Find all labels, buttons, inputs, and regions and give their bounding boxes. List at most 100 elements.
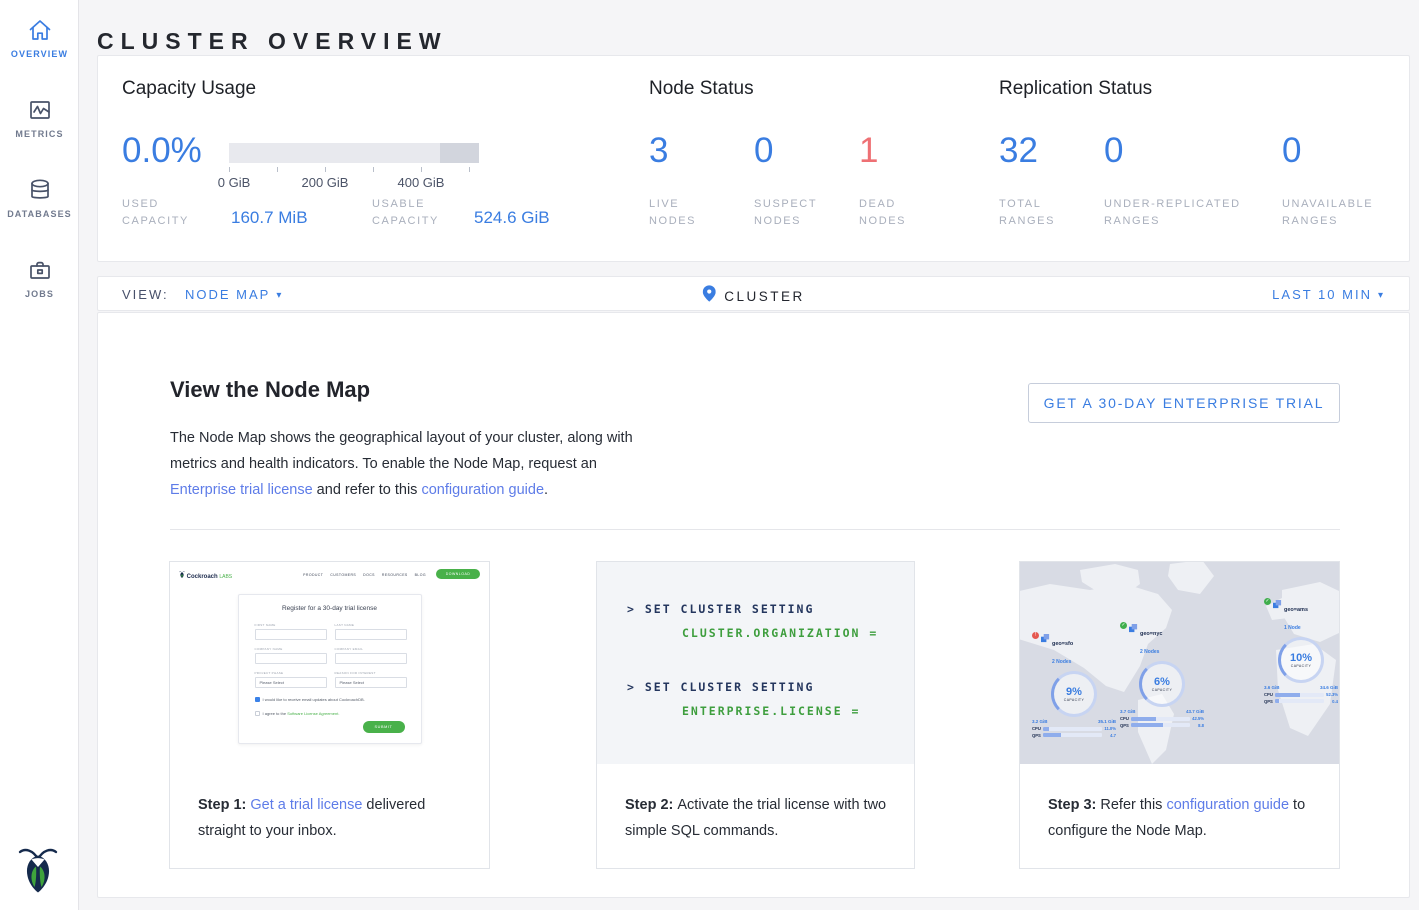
view-label: VIEW: xyxy=(122,287,169,302)
form-submit-button: SUBMIT xyxy=(363,721,405,733)
thumbnail-download-button: DOWNLOAD xyxy=(436,569,480,579)
form-input xyxy=(255,653,327,664)
form-select: Please Select xyxy=(255,677,327,688)
form-field-label: REASON FOR INTEREST xyxy=(335,671,376,675)
locality-icon xyxy=(1273,600,1282,609)
sidebar-item-jobs[interactable]: JOBS xyxy=(0,256,79,299)
form-field-label: COMPANY NAME xyxy=(255,647,283,651)
view-selector-dropdown[interactable]: NODE MAP▾ xyxy=(185,287,283,302)
briefcase-icon xyxy=(0,256,79,284)
capacity-gauge: 6% CAPACITY xyxy=(1139,661,1185,707)
view-bar: VIEW: NODE MAP▾ CLUSTER LAST 10 MIN▾ xyxy=(97,276,1410,311)
step2-card: > SET CLUSTER SETTING CLUSTER.ORGANIZATI… xyxy=(596,561,915,869)
unavailable-ranges-value: 0 xyxy=(1282,131,1301,171)
suspect-nodes-label: SUSPECT NODES xyxy=(754,196,834,230)
under-replicated-ranges-label: UNDER-REPLICATED RANGES xyxy=(1104,196,1264,230)
locality-icon xyxy=(1041,634,1050,643)
used-capacity-value: 160.7 MiB xyxy=(231,208,308,228)
step1-website-thumbnail: Cockroach LABS PRODUCT CUSTOMERS DOCS RE… xyxy=(170,562,489,772)
total-ranges-label: TOTAL RANGES xyxy=(999,196,1079,230)
home-icon xyxy=(0,16,79,44)
usable-capacity-value: 524.6 GiB xyxy=(474,208,550,228)
checkbox-checked-icon xyxy=(255,697,260,702)
node-map-heading: View the Node Map xyxy=(170,377,370,403)
get-trial-license-link[interactable]: Get a trial license xyxy=(250,797,362,813)
cockroach-labs-wordmark: Cockroach LABS xyxy=(179,570,232,580)
sidebar-item-metrics[interactable]: METRICS xyxy=(0,96,79,139)
node-status-title: Node Status xyxy=(649,78,754,100)
chevron-down-icon: ▾ xyxy=(276,290,283,301)
capacity-percent: 0.0% xyxy=(122,131,202,171)
cluster-overview-screen: OVERVIEW METRICS DATABASES xyxy=(0,0,1419,910)
form-field-label: FIRST NAME xyxy=(255,623,276,627)
capacity-bar xyxy=(229,143,479,163)
map-pin-icon xyxy=(702,285,715,307)
under-replicated-ranges-value: 0 xyxy=(1104,131,1123,171)
checkbox-empty-icon xyxy=(255,711,260,716)
configuration-guide-link[interactable]: configuration guide xyxy=(1166,797,1289,813)
sidebar-item-label: DATABASES xyxy=(0,209,79,219)
database-icon xyxy=(0,176,79,204)
capacity-axis-tick: 0 GiB xyxy=(218,175,251,190)
node-map-thumbnail: ! geo=sfo2 Nodes 9% CAPACITY 3.2 GiB35.1… xyxy=(1020,562,1339,764)
usable-capacity-label: USABLE CAPACITY xyxy=(372,196,462,230)
map-region-ams: ✓ geo=ams1 Node 10% CAPACITY 3.6 GiB34.6… xyxy=(1264,598,1338,704)
capacity-gauge: 9% CAPACITY xyxy=(1051,671,1097,717)
used-capacity-label: USED CAPACITY xyxy=(122,196,206,230)
form-field-label: LAST NAME xyxy=(335,623,355,627)
map-region-sfo: ! geo=sfo2 Nodes 9% CAPACITY 3.2 GiB35.1… xyxy=(1032,632,1116,738)
thumbnail-nav: PRODUCT CUSTOMERS DOCS RESOURCES BLOG xyxy=(303,573,426,577)
sidebar: OVERVIEW METRICS DATABASES xyxy=(0,0,79,910)
locality-icon xyxy=(1129,624,1138,633)
capacity-axis-tick: 200 GiB xyxy=(302,175,349,190)
dead-nodes-value: 1 xyxy=(859,131,878,171)
sidebar-item-label: JOBS xyxy=(0,289,79,299)
suspect-nodes-value: 0 xyxy=(754,131,773,171)
step2-caption: Step 2: Activate the trial license with … xyxy=(625,792,897,844)
summary-card: Capacity Usage 0.0% 0 GiB 200 GiB 400 Gi… xyxy=(97,55,1410,262)
form-checkbox-license: I agree to the Software License Agreemen… xyxy=(255,711,340,716)
unavailable-ranges-label: UNAVAILABLE RANGES xyxy=(1282,196,1392,230)
configuration-guide-link[interactable]: configuration guide xyxy=(421,482,544,498)
step1-caption: Step 1: Get a trial license delivered st… xyxy=(198,792,470,844)
enterprise-trial-license-link[interactable]: Enterprise trial license xyxy=(170,482,313,498)
capacity-usage-title: Capacity Usage xyxy=(122,78,256,100)
enterprise-trial-button[interactable]: GET A 30-DAY ENTERPRISE TRIAL xyxy=(1028,383,1340,423)
chevron-down-icon: ▾ xyxy=(1378,290,1385,301)
dead-status-icon: ! xyxy=(1032,632,1039,639)
cluster-breadcrumb-label: CLUSTER xyxy=(724,289,805,304)
capacity-bar-reserved-segment xyxy=(440,143,479,163)
form-field-label: COMPANY EMAIL xyxy=(335,647,364,651)
form-input xyxy=(255,629,327,640)
time-range-dropdown[interactable]: LAST 10 MIN▾ xyxy=(1272,287,1385,302)
map-region-nyc: ✓ geo=nyc2 Nodes 6% CAPACITY 3.7 GiB43.7… xyxy=(1120,622,1204,728)
form-title: Register for a 30-day trial license xyxy=(239,605,421,612)
metrics-icon xyxy=(0,96,79,124)
total-ranges-value: 32 xyxy=(999,131,1038,171)
live-status-icon: ✓ xyxy=(1120,622,1127,629)
capacity-gauge: 10% CAPACITY xyxy=(1278,637,1324,683)
node-map-panel: View the Node Map The Node Map shows the… xyxy=(97,312,1410,898)
divider xyxy=(170,529,1340,530)
sidebar-item-label: METRICS xyxy=(0,129,79,139)
cockroach-logo xyxy=(18,843,58,900)
form-field-label: PROJECT PHASE xyxy=(255,671,284,675)
form-input xyxy=(335,629,407,640)
replication-status-title: Replication Status xyxy=(999,78,1152,100)
step3-card: ! geo=sfo2 Nodes 9% CAPACITY 3.2 GiB35.1… xyxy=(1019,561,1340,869)
page-title: CLUSTER OVERVIEW xyxy=(97,28,448,55)
live-status-icon: ✓ xyxy=(1264,598,1271,605)
form-select: Please Select xyxy=(335,677,407,688)
step3-caption: Step 3: Refer this configuration guide t… xyxy=(1048,792,1320,844)
breadcrumb: CLUSTER xyxy=(702,285,805,307)
form-input xyxy=(335,653,407,664)
node-map-description: The Node Map shows the geographical layo… xyxy=(170,425,633,503)
sidebar-item-overview[interactable]: OVERVIEW xyxy=(0,16,79,59)
form-checkbox-updates: I would like to receive email updates ab… xyxy=(255,697,365,702)
trial-register-form: Register for a 30-day trial license FIRS… xyxy=(238,594,422,744)
sidebar-item-databases[interactable]: DATABASES xyxy=(0,176,79,219)
live-nodes-label: LIVE NODES xyxy=(649,196,729,230)
dead-nodes-label: DEAD NODES xyxy=(859,196,939,230)
live-nodes-value: 3 xyxy=(649,131,668,171)
step1-card: Cockroach LABS PRODUCT CUSTOMERS DOCS RE… xyxy=(169,561,490,869)
